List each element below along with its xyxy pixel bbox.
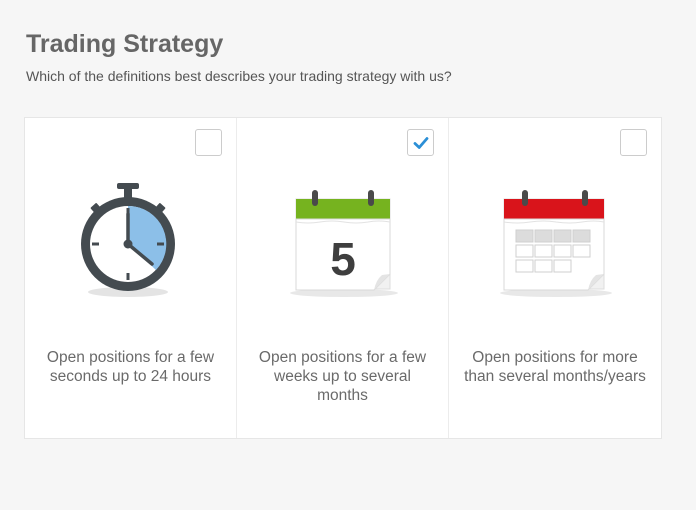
option-label-short-term: Open positions for a few seconds up to 2… [46,349,215,385]
stopwatch-icon [25,174,237,304]
trading-strategy-page: Trading Strategy Which of the definition… [0,0,696,510]
option-checkbox-medium-term[interactable] [407,129,434,156]
calendar-grid-icon [449,174,661,304]
option-checkbox-short-term[interactable] [195,129,222,156]
option-checkbox-long-term[interactable] [620,129,647,156]
page-subtitle: Which of the definitions best describes … [26,68,452,84]
strategy-options: Open positions for a few seconds up to 2… [24,117,662,439]
option-label-medium-term: Open positions for a few weeks up to sev… [258,349,427,404]
option-card-long-term[interactable]: Open positions for more than several mon… [449,118,661,438]
page-title: Trading Strategy [26,30,224,58]
option-label-long-term: Open positions for more than several mon… [464,349,646,385]
check-icon [413,136,428,149]
option-card-medium-term[interactable]: 5 Open positions for a few weeks up to s… [237,118,449,438]
calendar-day-icon: 5 [237,174,449,304]
calendar-number: 5 [330,233,356,285]
option-card-short-term[interactable]: Open positions for a few seconds up to 2… [25,118,237,438]
